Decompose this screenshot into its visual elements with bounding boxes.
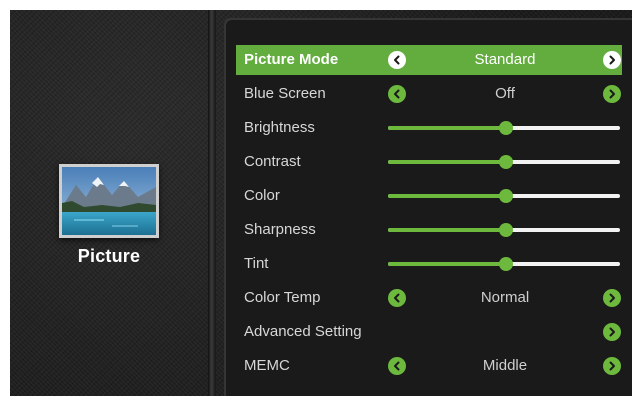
menu-row-label: Color: [244, 187, 280, 204]
category-panel: Picture: [10, 10, 208, 396]
menu-row-memc[interactable]: MEMC Middle: [236, 351, 622, 381]
chevron-right-icon[interactable]: [603, 357, 621, 375]
chevron-right-icon[interactable]: [603, 51, 621, 69]
menu-row-label: Color Temp: [244, 289, 321, 306]
menu-row-label: Tint: [244, 255, 269, 272]
chevron-right-icon[interactable]: [603, 85, 621, 103]
chevron-left-icon[interactable]: [388, 357, 406, 375]
category-label: Picture: [77, 246, 141, 266]
menu-row-label: Contrast: [244, 153, 301, 170]
slider-knob[interactable]: [499, 121, 514, 135]
chevron-left-icon[interactable]: [388, 51, 406, 69]
slider-knob[interactable]: [499, 189, 514, 203]
menu-row-picture-mode[interactable]: Picture Mode Standard: [236, 45, 622, 75]
menu-row-value: Off: [495, 85, 515, 102]
chevron-left-icon[interactable]: [388, 289, 406, 307]
tint-slider[interactable]: [388, 257, 620, 271]
menu-row-label: Sharpness: [244, 221, 316, 238]
tv-settings-screen: Picture Picture Mode Standard Blue Scree…: [10, 10, 632, 396]
menu-row-label: Picture Mode: [244, 51, 339, 68]
settings-menu: Picture Mode Standard Blue Screen Off Br…: [224, 18, 632, 396]
panel-divider: [208, 10, 216, 396]
chevron-right-icon[interactable]: [603, 323, 621, 341]
brightness-slider[interactable]: [388, 121, 620, 135]
sharpness-slider[interactable]: [388, 223, 620, 237]
menu-row-label: Blue Screen: [244, 85, 326, 102]
mountain-lake-picture-icon: [59, 164, 159, 238]
menu-row-brightness[interactable]: Brightness: [236, 113, 622, 143]
menu-row-value: Normal: [480, 289, 530, 306]
slider-fill: [388, 160, 507, 164]
chevron-left-icon[interactable]: [388, 85, 406, 103]
menu-row-color-temp[interactable]: Color Temp Normal: [236, 283, 622, 313]
menu-row-contrast[interactable]: Contrast: [236, 147, 622, 177]
slider-fill: [388, 262, 507, 266]
menu-row-color[interactable]: Color: [236, 181, 622, 211]
color-slider[interactable]: [388, 189, 620, 203]
menu-row-label: Brightness: [244, 119, 315, 136]
slider-knob[interactable]: [499, 155, 514, 169]
slider-knob[interactable]: [499, 257, 514, 271]
menu-row-blue-screen[interactable]: Blue Screen Off: [236, 79, 622, 109]
slider-fill: [388, 126, 507, 130]
menu-row-sharpness[interactable]: Sharpness: [236, 215, 622, 245]
menu-row-tint[interactable]: Tint: [236, 249, 622, 279]
contrast-slider[interactable]: [388, 155, 620, 169]
menu-row-label: MEMC: [244, 357, 290, 374]
slider-fill: [388, 194, 507, 198]
menu-row-value: Standard: [474, 51, 536, 68]
slider-knob[interactable]: [499, 223, 514, 237]
menu-row-label: Advanced Setting: [244, 323, 362, 340]
menu-row-value: Middle: [482, 357, 528, 374]
chevron-right-icon[interactable]: [603, 289, 621, 307]
slider-fill: [388, 228, 507, 232]
menu-row-advanced-setting[interactable]: Advanced Setting: [236, 317, 622, 347]
